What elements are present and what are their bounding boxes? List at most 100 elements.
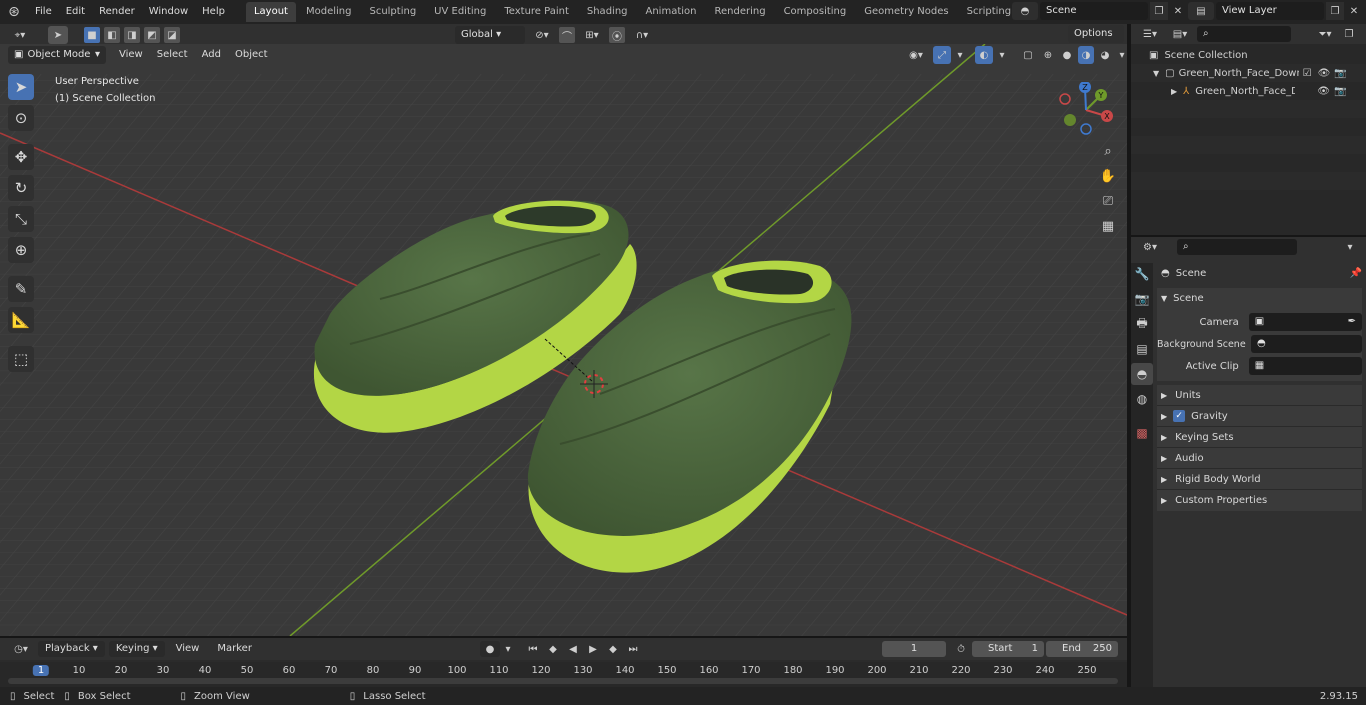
- editor-type-icon[interactable]: ⌖▾: [6, 27, 34, 43]
- snap-icon[interactable]: ⌒: [559, 27, 575, 43]
- view-layer-tab-icon[interactable]: ▤: [1131, 338, 1153, 360]
- rendered-shading-icon[interactable]: ◕: [1097, 46, 1113, 64]
- viewport-menu-add[interactable]: Add: [195, 43, 228, 67]
- next-keyframe-icon[interactable]: ◆: [604, 641, 622, 657]
- object-mode-dropdown[interactable]: ▣ Object Mode ▾: [8, 46, 106, 64]
- outliner-item-collection[interactable]: ▼ ▢ Green_North_Face_Down_Slip ☑ 👁 📷: [1131, 64, 1366, 82]
- play-icon[interactable]: ▶: [584, 641, 602, 657]
- menu-edit[interactable]: Edit: [59, 0, 92, 24]
- tab-layout[interactable]: Layout: [245, 2, 296, 22]
- timeline-scrollbar[interactable]: [8, 678, 1118, 684]
- snap-target-icon[interactable]: ⊞▾: [579, 27, 605, 43]
- scene-panel-header[interactable]: ▼ Scene: [1157, 288, 1362, 309]
- orientation-dropdown[interactable]: Global ▾: [455, 26, 525, 44]
- filter-icon[interactable]: ⏷▾: [1313, 26, 1337, 42]
- rotate-tool-icon[interactable]: ↻: [8, 175, 34, 201]
- tab-scripting[interactable]: Scripting: [959, 2, 1019, 22]
- custom-properties-panel[interactable]: ▶ Custom Properties: [1157, 490, 1362, 511]
- audio-panel[interactable]: ▶ Audio: [1157, 448, 1362, 469]
- visibility-icon[interactable]: ◉▾: [902, 46, 930, 64]
- scale-tool-icon[interactable]: ⤡: [8, 206, 34, 232]
- stopwatch-icon[interactable]: ⏱: [952, 641, 970, 657]
- properties-search-field[interactable]: ⌕: [1177, 239, 1297, 255]
- eyedropper-icon[interactable]: ✒: [1348, 313, 1356, 331]
- blender-logo-icon[interactable]: ⊛: [0, 0, 28, 24]
- display-mode-icon[interactable]: ▤▾: [1167, 26, 1193, 42]
- jump-start-icon[interactable]: ⏮: [524, 641, 542, 657]
- gravity-panel[interactable]: ▶ ✓ Gravity: [1157, 406, 1362, 427]
- units-panel[interactable]: ▶ Units: [1157, 385, 1362, 406]
- delete-scene-icon[interactable]: ✕: [1170, 2, 1186, 20]
- wireframe-shading-icon[interactable]: ⊕: [1040, 46, 1056, 64]
- view-layer-field[interactable]: View Layer: [1216, 2, 1324, 20]
- record-dropdown-icon[interactable]: ▾: [502, 641, 514, 657]
- playback-menu[interactable]: Playback ▾: [38, 641, 105, 657]
- scene-collection-row[interactable]: ▣ Scene Collection: [1131, 46, 1366, 64]
- expand-arrow-icon[interactable]: ▶: [1171, 87, 1177, 96]
- mode-new-icon[interactable]: ■: [84, 27, 100, 43]
- overlay-dropdown-icon[interactable]: ▾: [996, 46, 1008, 64]
- active-clip-field[interactable]: ▦: [1248, 357, 1362, 375]
- menu-window[interactable]: Window: [142, 0, 195, 24]
- background-scene-field[interactable]: ◓: [1251, 335, 1362, 353]
- transform-tool-icon[interactable]: ⊕: [8, 237, 34, 263]
- options-dropdown[interactable]: Options ▾: [1068, 25, 1124, 57]
- solid-shading-icon[interactable]: ●: [1059, 46, 1075, 64]
- viewport-menu-object[interactable]: Object: [228, 43, 275, 67]
- delete-view-layer-icon[interactable]: ✕: [1346, 2, 1362, 20]
- falloff-icon[interactable]: ∩▾: [629, 27, 655, 43]
- new-collection-icon[interactable]: ❐: [1341, 26, 1357, 42]
- menu-render[interactable]: Render: [92, 0, 142, 24]
- tab-sculpting[interactable]: Sculpting: [361, 2, 424, 22]
- tab-texture-paint[interactable]: Texture Paint: [496, 2, 577, 22]
- marker-menu[interactable]: Marker: [210, 637, 259, 661]
- gravity-checkbox[interactable]: ✓: [1173, 410, 1186, 422]
- play-reverse-icon[interactable]: ◀: [564, 641, 582, 657]
- overlay-toggle-icon[interactable]: ◐: [975, 46, 993, 64]
- scene-icon[interactable]: ◓: [1012, 2, 1038, 20]
- zoom-icon[interactable]: ⌕: [1097, 140, 1119, 162]
- camera-icon[interactable]: 📷: [1334, 86, 1346, 97]
- ortho-grid-icon[interactable]: ▦: [1097, 215, 1119, 237]
- 3d-viewport[interactable]: [0, 44, 1127, 636]
- gizmo-toggle-icon[interactable]: ⤢: [933, 46, 951, 64]
- render-tab-icon[interactable]: 📷: [1131, 288, 1153, 310]
- measure-tool-icon[interactable]: 📐: [8, 307, 34, 333]
- move-tool-icon[interactable]: ✥: [8, 144, 34, 170]
- timeline-view-menu[interactable]: View: [169, 637, 207, 661]
- expand-arrow-icon[interactable]: ▼: [1153, 69, 1159, 78]
- tool-tab-icon[interactable]: 🔧: [1131, 263, 1153, 285]
- pan-hand-icon[interactable]: ✋: [1097, 165, 1119, 187]
- prev-keyframe-icon[interactable]: ◆: [544, 641, 562, 657]
- outliner-search-field[interactable]: ⌕: [1197, 26, 1291, 42]
- tab-animation[interactable]: Animation: [638, 2, 705, 22]
- properties-editor-icon[interactable]: ⚙▾: [1137, 239, 1163, 255]
- eye-icon[interactable]: 👁: [1317, 86, 1330, 97]
- keying-sets-panel[interactable]: ▶ Keying Sets: [1157, 427, 1362, 448]
- new-view-layer-icon[interactable]: ❐: [1326, 2, 1344, 20]
- jump-end-icon[interactable]: ⏭: [624, 641, 642, 657]
- output-tab-icon[interactable]: 🖶: [1131, 313, 1153, 335]
- end-frame-field[interactable]: End 250: [1046, 641, 1118, 657]
- mode-intersect-icon[interactable]: ◪: [164, 27, 180, 43]
- tab-uv-editing[interactable]: UV Editing: [426, 2, 494, 22]
- world-tab-icon[interactable]: ◍: [1131, 388, 1153, 410]
- material-shading-icon[interactable]: ◑: [1078, 46, 1094, 64]
- viewport-menu-select[interactable]: Select: [150, 43, 195, 67]
- tab-modeling[interactable]: Modeling: [298, 2, 360, 22]
- timeline-ruler[interactable]: 1 10 20 30 40 50 60 70 80 90 100 110 120 130 140 150 160…: [0, 662, 1127, 687]
- mode-invert-icon[interactable]: ◩: [144, 27, 160, 43]
- start-frame-field[interactable]: Start 1: [972, 641, 1044, 657]
- xray-icon[interactable]: ▢: [1019, 46, 1037, 64]
- camera-view-icon[interactable]: ⎚: [1097, 190, 1119, 212]
- tab-geometry-nodes[interactable]: Geometry Nodes: [856, 2, 956, 22]
- select-box-tool-icon[interactable]: ➤: [8, 74, 34, 100]
- mode-extend-icon[interactable]: ◧: [104, 27, 120, 43]
- menu-help[interactable]: Help: [195, 0, 232, 24]
- scene-tab-icon[interactable]: ◓: [1131, 363, 1153, 385]
- properties-options-icon[interactable]: ▾: [1341, 239, 1359, 255]
- annotate-tool-icon[interactable]: ✎: [8, 276, 34, 302]
- active-tool-select-icon[interactable]: ➤: [48, 26, 68, 44]
- tab-shading[interactable]: Shading: [579, 2, 636, 22]
- checkbox-icon[interactable]: ☑: [1303, 68, 1312, 79]
